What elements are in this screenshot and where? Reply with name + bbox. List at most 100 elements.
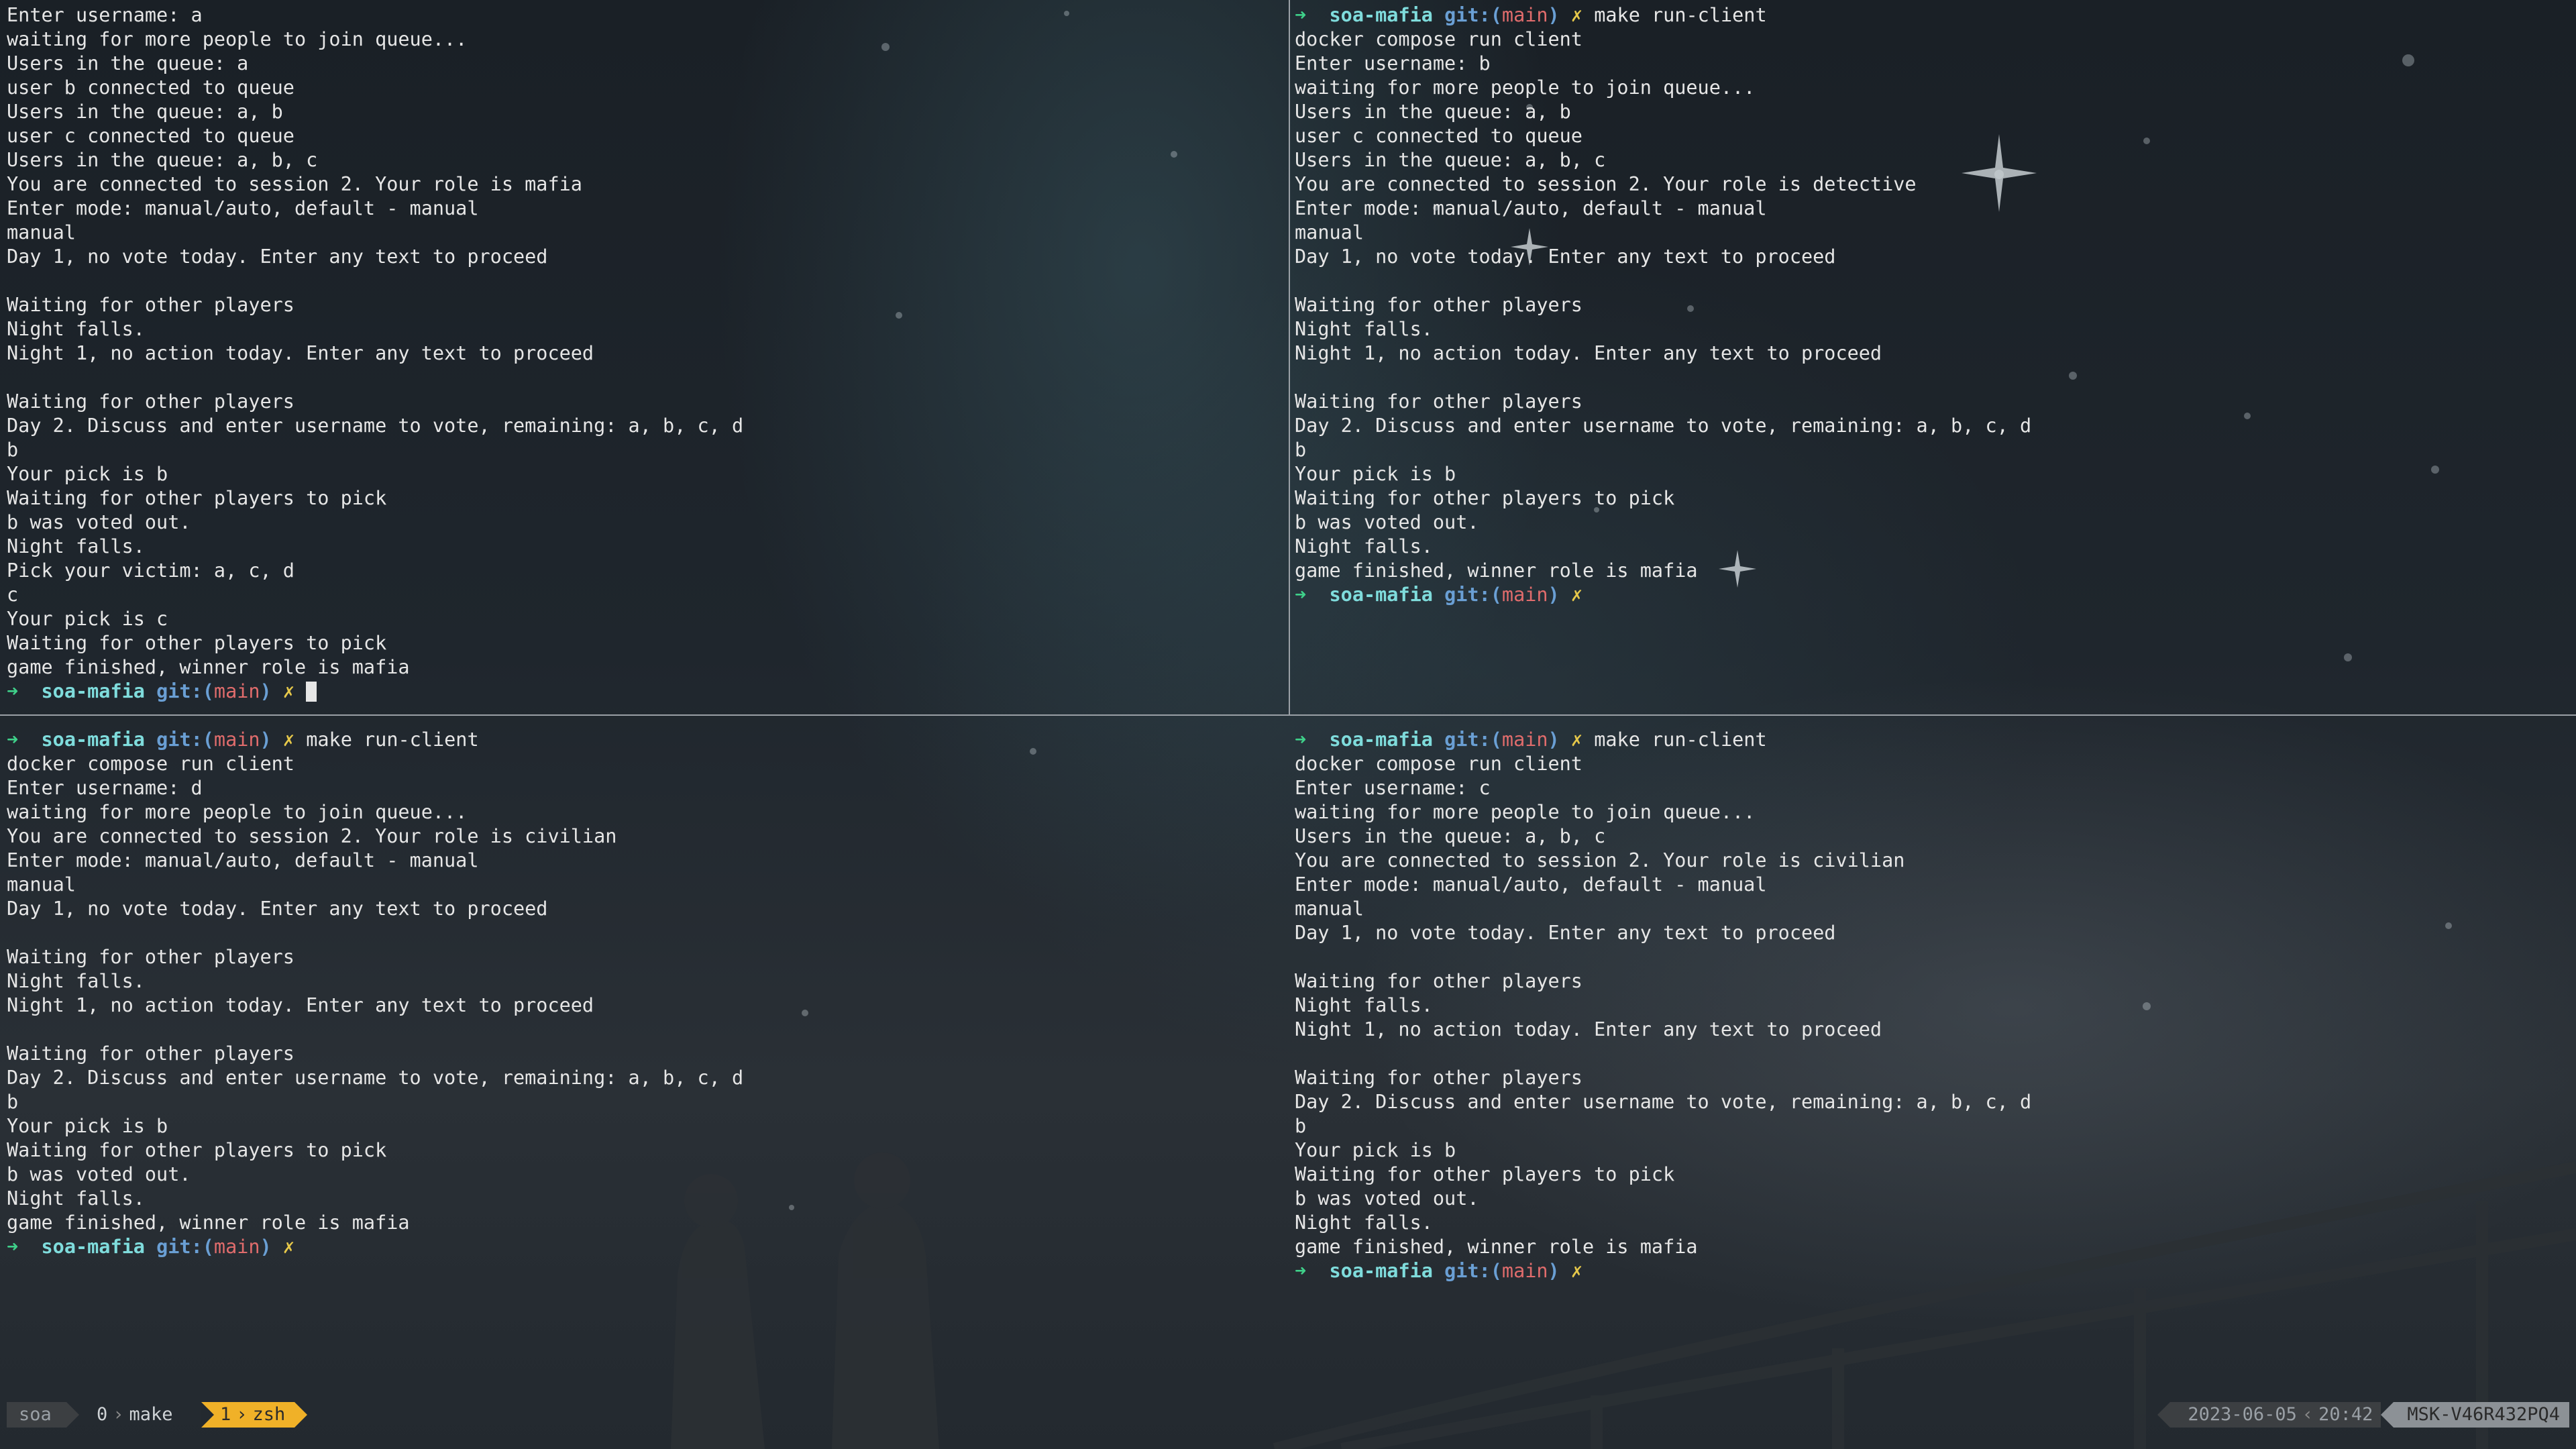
output-line: docker compose run client xyxy=(7,753,294,775)
prompt-line: ➜ soa-mafia git:(main) ✗ make run-client xyxy=(7,728,1281,752)
output-line: Day 1, no vote today. Enter any text to … xyxy=(7,246,548,268)
prompt-dirty-icon: ✗ xyxy=(1570,729,1583,751)
output-line: b xyxy=(1295,439,1307,461)
date-time: 2023-06-05 ‹ 20:42 xyxy=(2157,1402,2381,1428)
output-line: Enter mode: manual/auto, default - manua… xyxy=(7,197,479,219)
output-line: Waiting for other players xyxy=(1295,390,1582,413)
chevron-right-icon: › xyxy=(236,1404,248,1425)
window-tab-zsh-active[interactable]: 1 › zsh xyxy=(201,1402,308,1428)
output-line: You are connected to session 2. Your rol… xyxy=(7,825,617,847)
output-line: Waiting for other players xyxy=(1295,294,1582,316)
output-line: Waiting for other players to pick xyxy=(7,632,387,654)
output-line: Day 2. Discuss and enter username to vot… xyxy=(7,415,744,437)
terminal-pane-bottom-right[interactable]: ➜ soa-mafia git:(main) ✗ make run-client… xyxy=(1295,728,2569,1392)
window-index: 1 xyxy=(220,1404,231,1425)
output-line: Enter mode: manual/auto, default - manua… xyxy=(1295,873,1767,896)
output-line: b xyxy=(7,439,19,461)
output-line: docker compose run client xyxy=(1295,28,1582,50)
output-line: You are connected to session 2. Your rol… xyxy=(7,173,582,195)
terminal-pane-top-left[interactable]: Enter username: a waiting for more people… xyxy=(7,3,1281,711)
output-line: b xyxy=(1295,1115,1307,1137)
output-line: Waiting for other players to pick xyxy=(1295,487,1675,509)
output-line: waiting for more people to join queue... xyxy=(1295,801,1756,823)
window-index: 0 xyxy=(97,1404,108,1425)
prompt-dirty-icon: ✗ xyxy=(282,680,295,702)
prompt-git-suffix: ) xyxy=(1548,4,1560,26)
prompt-directory: soa-mafia xyxy=(1329,1260,1433,1282)
output-line: Enter username: c xyxy=(1295,777,1491,799)
output-line: Waiting for other players xyxy=(7,390,294,413)
output-line: Waiting for other players to pick xyxy=(7,1139,387,1161)
prompt-directory: soa-mafia xyxy=(1329,729,1433,751)
output-line: b was voted out. xyxy=(7,511,191,533)
output-line: manual xyxy=(7,221,76,244)
prompt-branch: main xyxy=(1501,1260,1548,1282)
window-tab-make[interactable]: 0 › make xyxy=(90,1402,180,1428)
output-line: b was voted out. xyxy=(7,1163,191,1185)
prompt-branch: main xyxy=(213,729,260,751)
output-line: Users in the queue: a, b, c xyxy=(1295,149,1606,171)
output-line: game finished, winner role is mafia xyxy=(1295,1236,1698,1258)
output-line: Your pick is b xyxy=(1295,463,1456,485)
terminal-pane-top-right[interactable]: ➜ soa-mafia git:(main) ✗ make run-client… xyxy=(1295,3,2569,711)
output-line: Waiting for other players to pick xyxy=(1295,1163,1675,1185)
output-line: Pick your victim: a, c, d xyxy=(7,559,294,582)
output-line: Night falls. xyxy=(7,318,145,340)
prompt-directory: soa-mafia xyxy=(41,1236,145,1258)
output-line: Users in the queue: a, b xyxy=(7,101,283,123)
prompt-dirty-icon: ✗ xyxy=(1570,584,1583,606)
output-line: c xyxy=(7,584,19,606)
prompt-command: make run-client xyxy=(306,729,479,751)
chevron-right-icon: › xyxy=(113,1404,124,1425)
prompt-git-prefix: git:( xyxy=(156,1236,214,1258)
prompt-branch: main xyxy=(1501,584,1548,606)
output-line: b xyxy=(7,1091,19,1113)
output-line: Waiting for other players to pick xyxy=(7,487,387,509)
terminal-pane-bottom-left[interactable]: ➜ soa-mafia git:(main) ✗ make run-client… xyxy=(7,728,1281,1392)
prompt-git-prefix: git:( xyxy=(1444,4,1502,26)
output-line: Your pick is b xyxy=(1295,1139,1456,1161)
output-line: waiting for more people to join queue... xyxy=(7,801,468,823)
prompt-command: make run-client xyxy=(1594,4,1767,26)
output-line: user c connected to queue xyxy=(7,125,294,147)
output-line: manual xyxy=(1295,221,1364,244)
date: 2023-06-05 xyxy=(2188,1404,2297,1425)
output-line: Night 1, no action today. Enter any text… xyxy=(7,342,594,364)
output-line: Day 1, no vote today. Enter any text to … xyxy=(7,898,548,920)
output-line: Users in the queue: a xyxy=(7,52,249,74)
prompt-arrow-icon: ➜ xyxy=(1295,4,1307,26)
prompt-arrow-icon: ➜ xyxy=(7,680,19,702)
prompt-dirty-icon: ✗ xyxy=(282,1236,295,1258)
output-line: manual xyxy=(7,873,76,896)
output-line: manual xyxy=(1295,898,1364,920)
output-line: Your pick is b xyxy=(7,463,168,485)
prompt-branch: main xyxy=(213,680,260,702)
prompt-directory: soa-mafia xyxy=(41,680,145,702)
output-line: Day 1, no vote today. Enter any text to … xyxy=(1295,922,1836,944)
output-line: Waiting for other players xyxy=(7,1042,294,1065)
hostname: MSK-V46R432PQ4 xyxy=(2381,1402,2569,1428)
output-line: Users in the queue: a, b, c xyxy=(1295,825,1606,847)
chevron-left-icon: ‹ xyxy=(2302,1404,2314,1425)
output-line: Night 1, no action today. Enter any text… xyxy=(1295,342,1882,364)
prompt-arrow-icon: ➜ xyxy=(7,1236,19,1258)
output-line: Waiting for other players xyxy=(7,294,294,316)
output-line: You are connected to session 2. Your rol… xyxy=(1295,173,1917,195)
output-line: b was voted out. xyxy=(1295,1187,1479,1210)
prompt-git-prefix: git:( xyxy=(156,729,214,751)
pane-divider-vertical[interactable] xyxy=(1289,0,1290,715)
output-line: Enter username: b xyxy=(1295,52,1491,74)
output-line: Enter username: a xyxy=(7,4,203,26)
window-name: zsh xyxy=(252,1404,286,1425)
output-line: waiting for more people to join queue... xyxy=(7,28,468,50)
prompt-dirty-icon: ✗ xyxy=(282,729,295,751)
output-line: Day 2. Discuss and enter username to vot… xyxy=(1295,415,2032,437)
pane-divider-horizontal[interactable] xyxy=(0,714,2576,716)
